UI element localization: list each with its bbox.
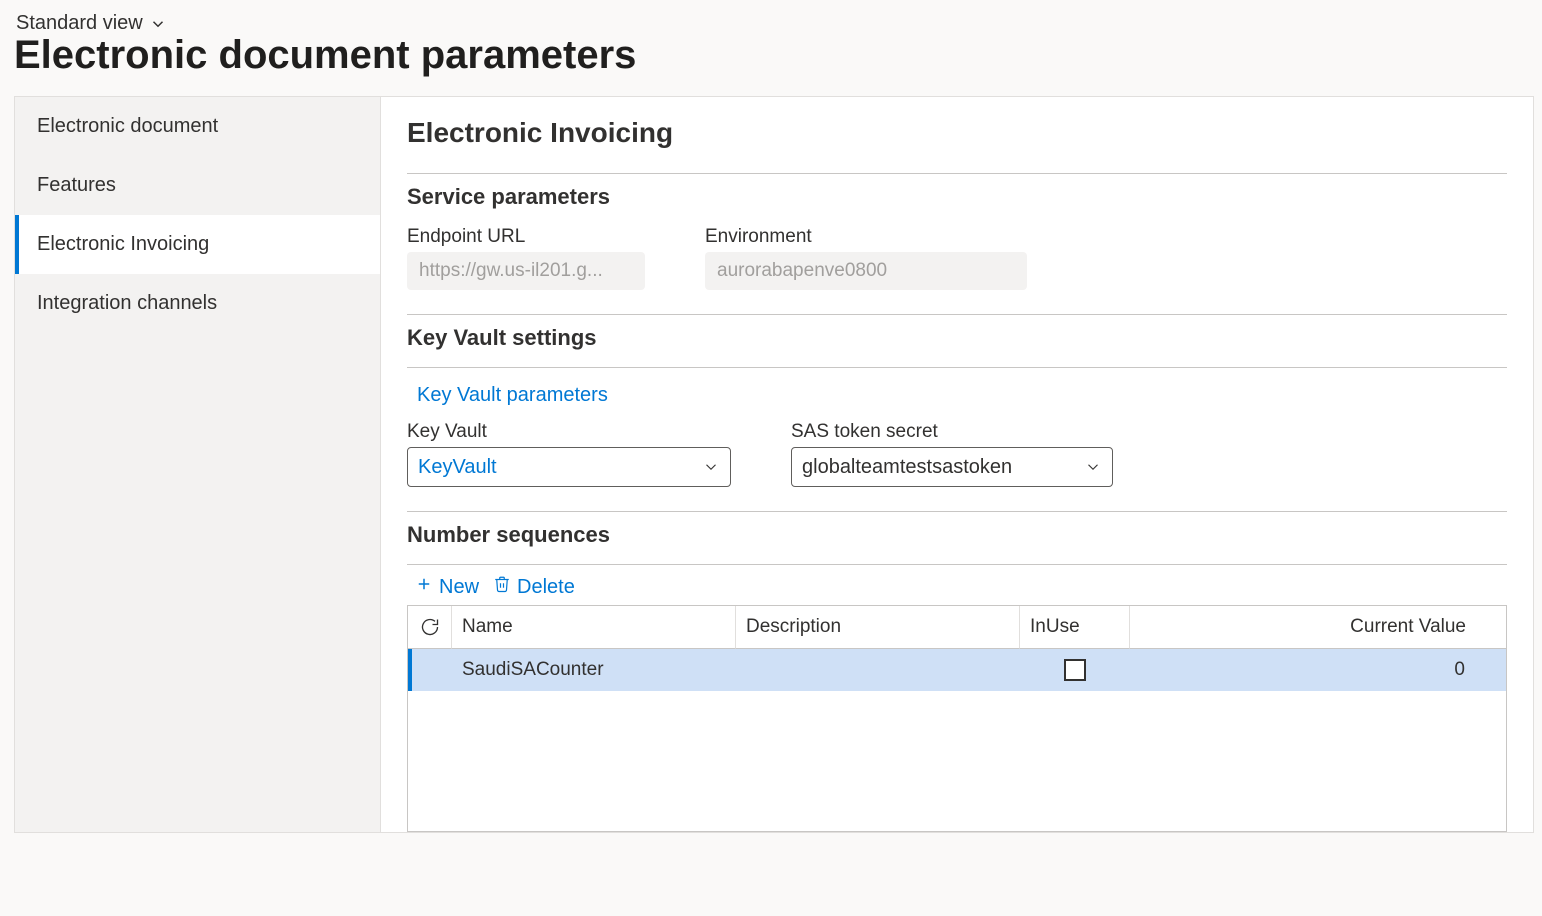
grid-row[interactable]: SaudiSACounter 0 bbox=[408, 649, 1506, 691]
grid-cell-selector[interactable] bbox=[412, 649, 452, 691]
section-divider bbox=[407, 314, 1507, 315]
sidebar-item-features[interactable]: Features bbox=[15, 156, 380, 215]
grid-col-name[interactable]: Name bbox=[452, 606, 736, 649]
chevron-down-icon bbox=[1084, 458, 1102, 476]
key-vault-dropdown[interactable]: KeyVault bbox=[407, 447, 731, 487]
section-divider bbox=[407, 511, 1507, 512]
grid-col-description[interactable]: Description bbox=[736, 606, 1020, 649]
grid-header-row: Name Description InUse Current Value bbox=[408, 606, 1506, 649]
sidebar-item-electronic-document[interactable]: Electronic document bbox=[15, 97, 380, 156]
number-sequences-grid: Name Description InUse Current Value Sau… bbox=[407, 605, 1507, 832]
section-heading-number-sequences: Number sequences bbox=[407, 522, 1507, 548]
trash-icon bbox=[493, 575, 511, 599]
section-heading-key-vault: Key Vault settings bbox=[407, 325, 1507, 351]
key-vault-parameters-link[interactable]: Key Vault parameters bbox=[407, 378, 618, 421]
sidebar-item-label: Electronic Invoicing bbox=[37, 233, 209, 255]
sidebar: Electronic document Features Electronic … bbox=[14, 96, 380, 833]
chevron-down-icon bbox=[702, 458, 720, 476]
environment-value: aurorabapenve0800 bbox=[717, 260, 887, 282]
view-toggle-label: Standard view bbox=[16, 12, 143, 35]
delete-button-label: Delete bbox=[517, 576, 575, 599]
key-vault-label: Key Vault bbox=[407, 421, 731, 443]
grid-col-inuse[interactable]: InUse bbox=[1020, 606, 1130, 649]
sas-token-dropdown[interactable]: globalteamtestsastoken bbox=[791, 447, 1113, 487]
main-title: Electronic Invoicing bbox=[407, 117, 1507, 149]
sidebar-item-integration-channels[interactable]: Integration channels bbox=[15, 274, 380, 333]
view-toggle[interactable]: Standard view bbox=[12, 12, 167, 35]
section-divider bbox=[407, 367, 1507, 368]
delete-button[interactable]: Delete bbox=[493, 575, 575, 599]
sas-token-label: SAS token secret bbox=[791, 421, 1113, 443]
section-heading-service-parameters: Service parameters bbox=[407, 184, 1507, 210]
endpoint-url-label: Endpoint URL bbox=[407, 226, 645, 248]
environment-field: aurorabapenve0800 bbox=[705, 252, 1027, 290]
main-panel: Electronic Invoicing Service parameters … bbox=[380, 96, 1534, 833]
grid-cell-current-value[interactable]: 0 bbox=[1130, 649, 1506, 691]
new-button-label: New bbox=[439, 576, 479, 599]
refresh-icon bbox=[420, 617, 440, 637]
sidebar-item-label: Features bbox=[37, 174, 116, 196]
section-divider bbox=[407, 173, 1507, 174]
grid-refresh-button[interactable] bbox=[408, 606, 452, 649]
environment-label: Environment bbox=[705, 226, 1027, 248]
grid-empty-area bbox=[408, 691, 1506, 831]
endpoint-url-value: https://gw.us-il201.g... bbox=[419, 260, 603, 282]
grid-cell-inuse[interactable] bbox=[1020, 649, 1130, 691]
grid-cell-description[interactable] bbox=[736, 649, 1020, 691]
sidebar-item-label: Integration channels bbox=[37, 292, 217, 314]
sas-token-value: globalteamtestsastoken bbox=[802, 456, 1012, 479]
page-title: Electronic document parameters bbox=[12, 33, 1530, 78]
grid-cell-name[interactable]: SaudiSACounter bbox=[452, 649, 736, 691]
sidebar-item-label: Electronic document bbox=[37, 115, 218, 137]
section-divider bbox=[407, 564, 1507, 565]
sidebar-item-electronic-invoicing[interactable]: Electronic Invoicing bbox=[15, 215, 380, 274]
grid-col-current-value[interactable]: Current Value bbox=[1130, 606, 1506, 649]
endpoint-url-field: https://gw.us-il201.g... bbox=[407, 252, 645, 290]
plus-icon bbox=[415, 575, 433, 599]
new-button[interactable]: New bbox=[415, 575, 479, 599]
checkbox-icon[interactable] bbox=[1064, 659, 1086, 681]
chevron-down-icon bbox=[149, 15, 167, 33]
key-vault-value: KeyVault bbox=[418, 456, 497, 479]
